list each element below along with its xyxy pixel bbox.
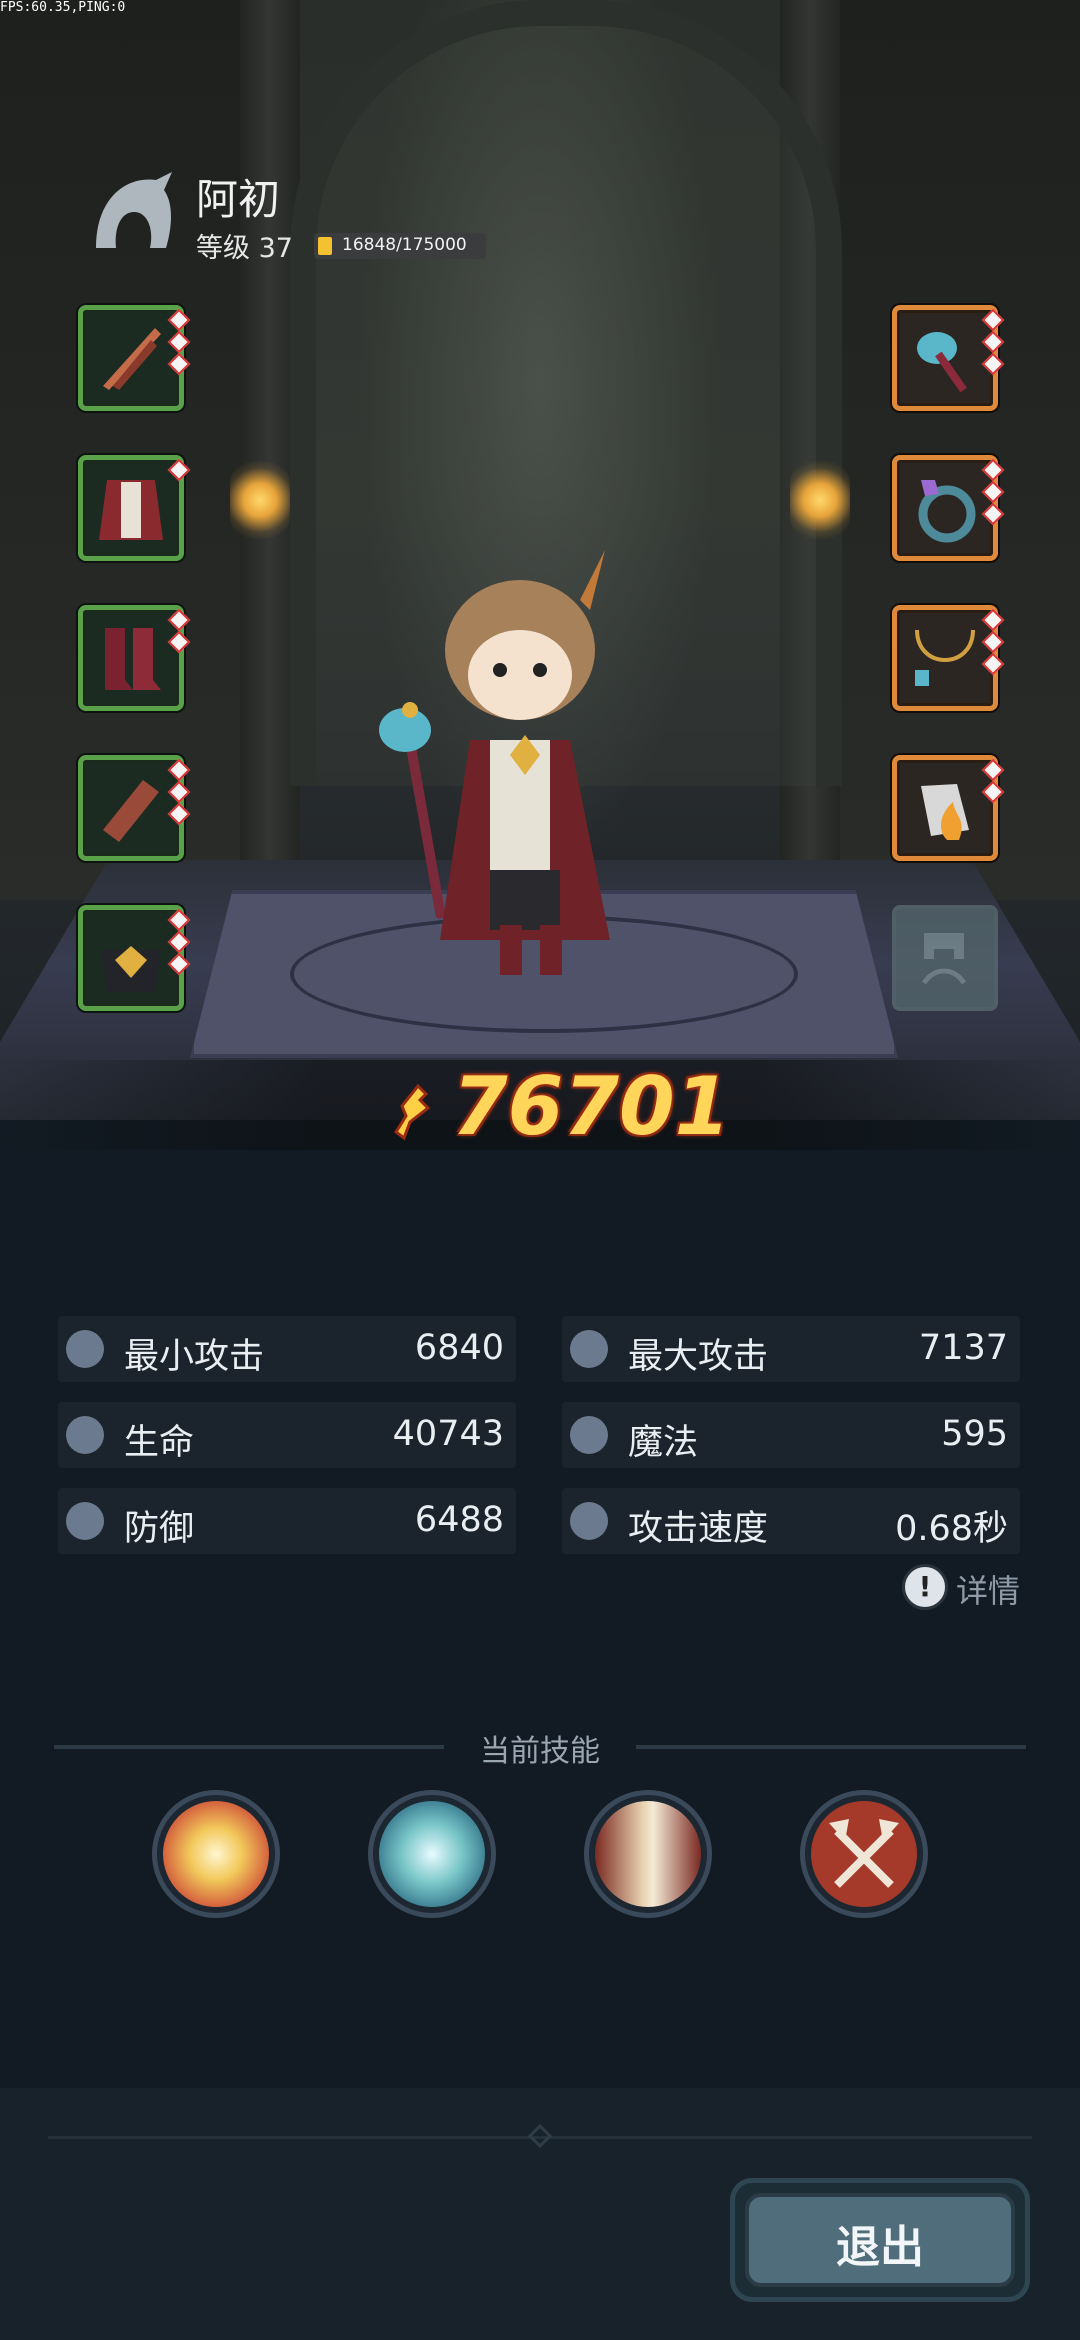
stat-label: 生命 (124, 1423, 195, 1463)
fps-readout: FPS:60.35,PING:0 (0, 0, 126, 15)
upgrade-gems (981, 458, 1005, 528)
stat-value: 7137 (918, 1328, 1008, 1368)
divider-line (636, 1745, 1026, 1749)
stat-hp: 生命 40743 (58, 1402, 516, 1468)
upgrade-gems (981, 308, 1005, 378)
upgrade-gems (981, 608, 1005, 678)
details-label: 详情 (956, 1572, 1021, 1610)
necklace-icon (915, 629, 975, 686)
equip-slot-staff[interactable] (892, 305, 1005, 411)
stat-value: 595 (941, 1414, 1008, 1454)
upgrade-gems (981, 758, 1005, 806)
stat-value: 40743 (392, 1414, 504, 1454)
exit-button-label: 退出 (836, 2222, 924, 2273)
equip-slot-bracer[interactable] (78, 755, 191, 861)
stat-max-attack: 最大攻击 7137 (562, 1316, 1020, 1382)
xp-icon (318, 237, 332, 255)
stat-label: 最小攻击 (124, 1337, 265, 1377)
equip-slot-armor[interactable] (78, 455, 191, 561)
flame-charm-icon (921, 784, 969, 840)
equip-slot-helmet[interactable] (78, 905, 191, 1011)
arrows-icon (103, 328, 161, 390)
stat-label: 攻击速度 (628, 1509, 769, 1549)
stat-mp: 魔法 595 (562, 1402, 1020, 1468)
helmet-avatar-icon[interactable] (86, 168, 178, 260)
flame-pillar-icon (595, 1801, 701, 1907)
ring-icon (918, 480, 976, 543)
stat-value: 0.68秒 (895, 1509, 1008, 1549)
magic-icon (570, 1416, 608, 1454)
stat-min-attack: 最小攻击 6840 (58, 1316, 516, 1382)
wall-lamp-left (230, 455, 290, 545)
equip-slot-boots[interactable] (78, 605, 191, 711)
shield-icon (66, 1502, 104, 1540)
divider-ornament-icon (527, 2124, 553, 2148)
speed-icon (570, 1502, 608, 1540)
boots-icon (105, 628, 161, 690)
skill-slot-3[interactable] (584, 1790, 712, 1918)
skills-title: 当前技能 (480, 1734, 600, 1769)
bracer-icon (103, 780, 159, 842)
hero-name: 阿初 (196, 175, 281, 224)
combat-power-value: 76701 (452, 1060, 731, 1153)
xp-bar: 16848/175000 (314, 233, 486, 259)
stat-label: 魔法 (628, 1423, 699, 1463)
equip-slot-empty[interactable] (892, 905, 998, 1011)
equip-slot-talisman[interactable] (892, 755, 1005, 861)
upgrade-gems (167, 608, 191, 656)
wall-lamp-right (790, 455, 850, 545)
divider-line (54, 1745, 444, 1749)
sword-icon (66, 1330, 104, 1368)
exit-button[interactable]: 退出 (730, 2178, 1030, 2302)
exclamation-icon: ! (902, 1564, 948, 1610)
xp-text: 16848/175000 (342, 235, 467, 255)
stat-value: 6840 (414, 1328, 504, 1368)
equip-slot-weapon[interactable] (78, 305, 191, 411)
upgrade-gems (167, 908, 191, 978)
heart-icon (66, 1416, 104, 1454)
upgrade-gems (167, 308, 191, 378)
skill-slot-2[interactable] (368, 1790, 496, 1918)
stat-attack-speed: 攻击速度 0.68秒 (562, 1488, 1020, 1554)
staff-icon (917, 332, 967, 393)
power-icon (393, 1083, 431, 1141)
stat-label: 最大攻击 (628, 1337, 769, 1377)
skill-slot-1[interactable] (152, 1790, 280, 1918)
upgrade-gems (167, 758, 191, 828)
hero-character (379, 550, 610, 975)
stat-value: 6488 (414, 1500, 504, 1540)
stat-defense: 防御 6488 (58, 1488, 516, 1554)
sword-icon (570, 1330, 608, 1368)
equip-slot-ring[interactable] (892, 455, 1005, 561)
hero-level: 等级 37 (196, 233, 293, 264)
ice-burst-icon (379, 1801, 485, 1907)
skill-slot-4[interactable] (800, 1790, 928, 1918)
helmet-icon (101, 946, 161, 992)
stat-label: 防御 (124, 1509, 195, 1549)
crossed-axes-icon (811, 1801, 917, 1907)
explosion-icon (163, 1801, 269, 1907)
coat-icon (99, 480, 163, 540)
upgrade-gems (167, 458, 191, 484)
costume-placeholder-icon (921, 933, 967, 985)
equip-slot-necklace[interactable] (892, 605, 1005, 711)
